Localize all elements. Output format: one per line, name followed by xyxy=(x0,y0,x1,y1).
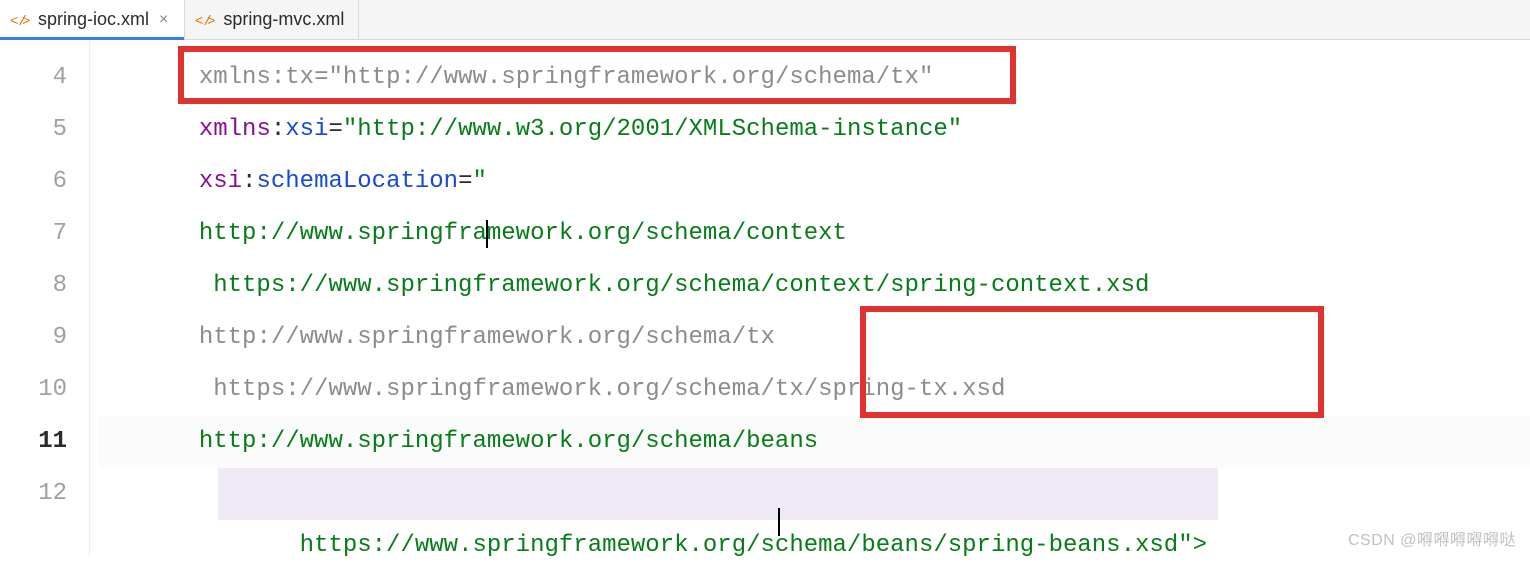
line-number: 7 xyxy=(0,208,67,260)
watermark: CSDN @嘚嘚嘚嘚嘚哒 xyxy=(1348,526,1516,550)
code-editor[interactable]: 4 5 6 7 8 9 10 11 12 xmlns:tx="http://ww… xyxy=(0,40,1530,556)
gutter: 4 5 6 7 8 9 10 11 12 xyxy=(0,40,90,556)
selection-bg xyxy=(218,468,1218,520)
close-icon[interactable]: × xyxy=(157,11,170,29)
tab-spring-ioc[interactable]: </> spring-ioc.xml × xyxy=(0,0,185,39)
xml-file-icon: </> xyxy=(195,10,215,30)
code-line: https://www.springframework.org/schema/t… xyxy=(98,364,1530,416)
line-number: 5 xyxy=(0,104,67,156)
text-caret xyxy=(486,220,488,248)
code-line: xmlns:tx="http://www.springframework.org… xyxy=(98,52,1530,104)
xml-file-icon: </> xyxy=(10,10,30,30)
code-line: http://www.springframework.org/schema/co… xyxy=(98,208,1530,260)
tab-label: spring-mvc.xml xyxy=(223,9,344,30)
line-number: 6 xyxy=(0,156,67,208)
code-line: https://www.springframework.org/schema/c… xyxy=(98,260,1530,312)
line-number-current: 11 xyxy=(0,416,67,468)
tab-spring-mvc[interactable]: </> spring-mvc.xml xyxy=(185,0,359,39)
svg-text:>: > xyxy=(207,14,215,30)
line-number: 4 xyxy=(0,52,67,104)
line-number: 12 xyxy=(0,468,67,520)
text-caret xyxy=(778,508,780,536)
code-line: http://www.springframework.org/schema/tx xyxy=(98,312,1530,364)
line-number: 8 xyxy=(0,260,67,312)
code-line-current: http://www.springframework.org/schema/be… xyxy=(98,416,1530,468)
tab-label: spring-ioc.xml xyxy=(38,9,149,30)
line-number: 9 xyxy=(0,312,67,364)
code-line: https://www.springframework.org/schema/b… xyxy=(98,468,1530,520)
code-line: xsi:schemaLocation=" xyxy=(98,156,1530,208)
line-number: 10 xyxy=(0,364,67,416)
code-line: xmlns:xsi="http://www.w3.org/2001/XMLSch… xyxy=(98,104,1530,156)
svg-text:>: > xyxy=(22,14,30,30)
code-area[interactable]: xmlns:tx="http://www.springframework.org… xyxy=(90,40,1530,556)
tab-bar: </> spring-ioc.xml × </> spring-mvc.xml xyxy=(0,0,1530,40)
